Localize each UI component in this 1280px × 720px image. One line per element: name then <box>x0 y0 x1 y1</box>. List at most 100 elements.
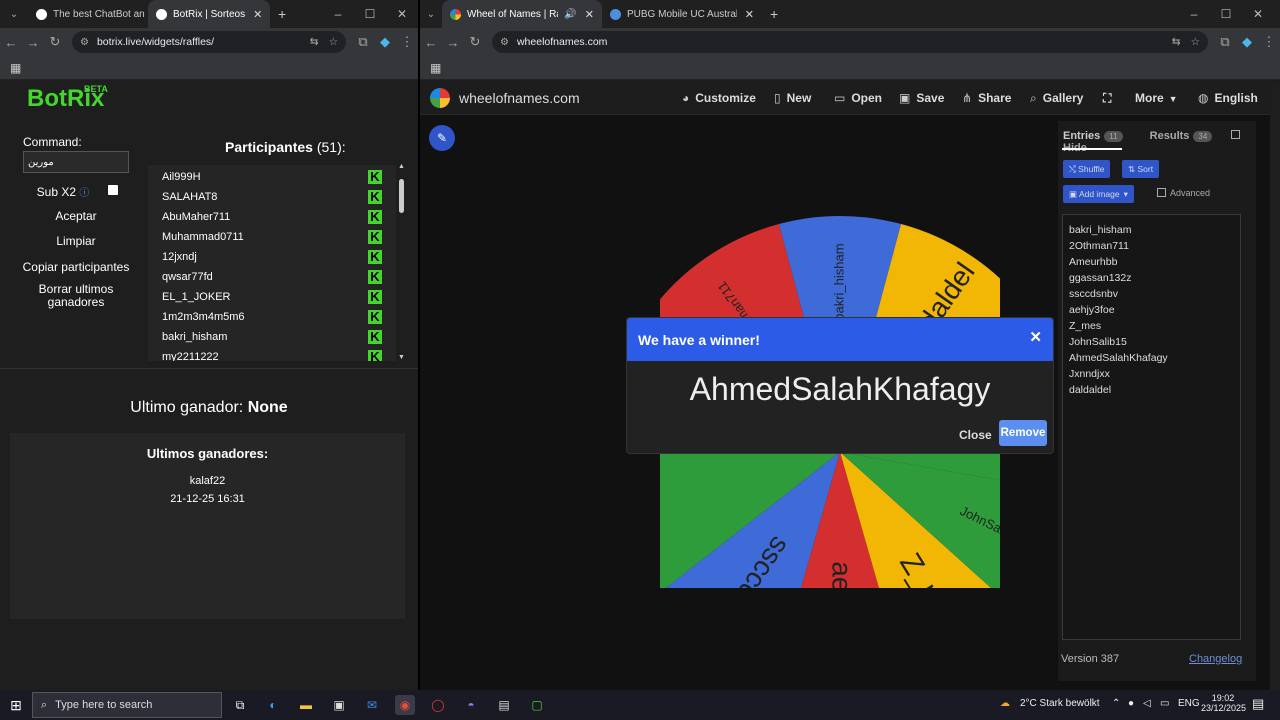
notifications-icon[interactable]: ▤ <box>1252 696 1264 712</box>
menu-new[interactable]: ▯ New <box>774 91 811 105</box>
edge-icon[interactable]: ◐ <box>263 695 283 715</box>
participants-scrollbar[interactable]: ▲ ▼ <box>397 163 407 361</box>
list-item[interactable]: 1m2m3m4m5m6 K <box>148 307 396 327</box>
translate-icon[interactable]: ⇆ <box>1172 36 1181 48</box>
list-item[interactable]: qwsar77fd K <box>148 267 396 287</box>
limpiar-button[interactable]: Limpiar <box>23 234 129 248</box>
advanced-toggle[interactable]: Advanced <box>1157 188 1210 198</box>
remove-button[interactable]: Remove <box>999 420 1047 446</box>
scroll-up-icon[interactable]: ▲ <box>398 163 405 170</box>
menu-more[interactable]: More ▼ <box>1135 91 1178 105</box>
entries-textarea[interactable]: bakri_hisham 2Othman711 Ameurhbb ggassan… <box>1062 214 1241 640</box>
menu-open[interactable]: ▭ Open <box>834 91 882 105</box>
menu-gallery[interactable]: ⌕ Gallery <box>1030 91 1083 106</box>
command-input[interactable] <box>23 151 129 173</box>
task-view-icon[interactable]: ⧉ <box>230 695 250 715</box>
chevron-up-icon[interactable]: ⌃ <box>1112 698 1120 709</box>
changelog-link[interactable]: Changelog <box>1189 653 1242 665</box>
opera-icon[interactable]: ◯ <box>428 695 448 715</box>
tab-search-icon[interactable]: ⌄ <box>0 9 28 20</box>
fullscreen-icon[interactable]: ⛶ <box>1103 91 1111 106</box>
maximize-icon[interactable]: ☐ <box>1210 0 1242 28</box>
taskbar-search[interactable]: ⌕ Type here to search <box>32 692 222 718</box>
close-icon[interactable]: ✕ <box>253 8 262 21</box>
network-icon[interactable]: ▭ <box>1160 698 1169 709</box>
forward-icon[interactable]: → <box>22 35 44 50</box>
store-icon[interactable]: ▣ <box>329 695 349 715</box>
tab-pubg[interactable]: PUBG Mobile UC Australia [10% ✕ <box>602 0 762 28</box>
close-icon[interactable]: ✕ <box>745 8 754 21</box>
borrar-ganadores-button[interactable]: Borrar ultimos ganadores <box>28 283 124 309</box>
menu-language[interactable]: ◍ English <box>1198 91 1258 105</box>
kick-app-icon[interactable]: ▢ <box>527 695 547 715</box>
weather-text[interactable]: 2°C Stark bewölkt <box>1020 698 1100 709</box>
list-item[interactable]: bakri_hisham K <box>148 327 396 347</box>
language-indicator[interactable]: ENG <box>1178 698 1200 709</box>
file-explorer-icon[interactable]: ▬ <box>296 695 316 715</box>
site-info-icon[interactable]: ⚙ <box>500 37 509 48</box>
bookmark-star-icon[interactable]: ☆ <box>329 36 338 48</box>
tab-results[interactable]: Results 34 <box>1150 130 1213 142</box>
close-icon[interactable]: ✕ <box>1029 328 1042 346</box>
extension-icon[interactable]: ◆ <box>374 34 396 50</box>
address-bar[interactable]: ⚙ wheelofnames.com ⇆ ☆ <box>492 31 1208 53</box>
minimize-icon[interactable]: – <box>322 0 354 28</box>
list-item[interactable]: Muhammad0711 K <box>148 227 396 247</box>
tab-entries[interactable]: Entries 11 <box>1063 130 1123 142</box>
address-bar[interactable]: ⚙ botrix.live/widgets/raffles/ ⇆ ☆ <box>72 31 346 53</box>
tab-chatbot[interactable]: The best ChatBot an ✕ <box>28 0 148 28</box>
extensions-icon[interactable]: ⧉ <box>352 34 374 50</box>
apps-grid-icon[interactable]: ▦ <box>430 61 441 75</box>
close-window-icon[interactable]: ✕ <box>386 0 418 28</box>
copiar-participantes-button[interactable]: Copiar participantes <box>20 260 132 274</box>
forward-icon[interactable]: → <box>442 35 464 50</box>
close-button[interactable]: Close <box>959 428 992 442</box>
chrome-icon[interactable]: ◉ <box>395 695 415 715</box>
list-item[interactable]: Ail999H K <box>148 167 396 187</box>
list-item[interactable]: EL_1_JOKER K <box>148 287 396 307</box>
menu-save[interactable]: ▣ Save <box>899 91 944 105</box>
back-icon[interactable]: ← <box>0 35 22 50</box>
list-item[interactable]: 12jxndj K <box>148 247 396 267</box>
discord-icon[interactable]: ◓ <box>461 695 481 715</box>
tab-botrix-sorteos[interactable]: BotRix | Sorteos ✕ <box>148 0 270 28</box>
apps-grid-icon[interactable]: ▦ <box>10 61 21 75</box>
reload-icon[interactable]: ↻ <box>44 34 66 50</box>
site-info-icon[interactable]: ⚙ <box>80 37 89 48</box>
tab-wheel-of-names[interactable]: Wheel of Names | Random 🔊 ✕ <box>442 0 602 28</box>
list-item[interactable]: AbuMaher711 K <box>148 207 396 227</box>
windows-start-icon[interactable]: ⊞ <box>6 695 26 715</box>
speaker-icon[interactable]: 🔊 <box>564 9 576 20</box>
mail-icon[interactable]: ✉ <box>362 695 382 715</box>
bookmark-star-icon[interactable]: ☆ <box>1191 36 1200 48</box>
maximize-icon[interactable]: ☐ <box>354 0 386 28</box>
capcut-icon[interactable]: ▤ <box>494 695 514 715</box>
hide-checkbox[interactable] <box>1231 130 1241 139</box>
scroll-down-icon[interactable]: ▼ <box>398 354 405 361</box>
extension-icon[interactable]: ◆ <box>1236 34 1258 50</box>
translate-icon[interactable]: ⇆ <box>310 36 319 48</box>
sort-button[interactable]: ⇅ Sort <box>1122 160 1160 178</box>
close-icon[interactable]: ✕ <box>585 8 594 21</box>
extensions-icon[interactable]: ⧉ <box>1214 34 1236 50</box>
shuffle-button[interactable]: ⤭ Shuffle <box>1063 160 1111 178</box>
clock[interactable]: 19:02 23/12/2025 <box>1201 693 1246 713</box>
menu-customize[interactable]: ◕ Customize <box>682 91 756 105</box>
new-tab-icon[interactable]: + <box>770 6 778 22</box>
tab-search-icon[interactable]: ⌄ <box>420 9 442 20</box>
page-scrollbar[interactable] <box>1270 81 1280 690</box>
menu-share[interactable]: ⋔ Share <box>962 91 1011 105</box>
minimize-icon[interactable]: – <box>1178 0 1210 28</box>
list-item[interactable]: my2211222 K <box>148 347 396 361</box>
volume-icon[interactable]: ◁ <box>1143 698 1151 709</box>
edit-pencil-icon[interactable]: ✎ <box>429 125 455 151</box>
add-image-button[interactable]: ▣ Add image ▾ <box>1063 185 1134 203</box>
info-icon[interactable]: ⓘ <box>79 188 89 199</box>
menu-kebab-icon[interactable]: ⋮ <box>1258 34 1280 50</box>
list-item[interactable]: SALAHAT8 K <box>148 187 396 207</box>
close-window-icon[interactable]: ✕ <box>1242 0 1274 28</box>
reload-icon[interactable]: ↻ <box>464 34 486 50</box>
scrollbar-thumb[interactable] <box>399 179 404 213</box>
new-tab-icon[interactable]: + <box>278 6 286 22</box>
sub-x2-checkbox[interactable] <box>108 185 118 195</box>
